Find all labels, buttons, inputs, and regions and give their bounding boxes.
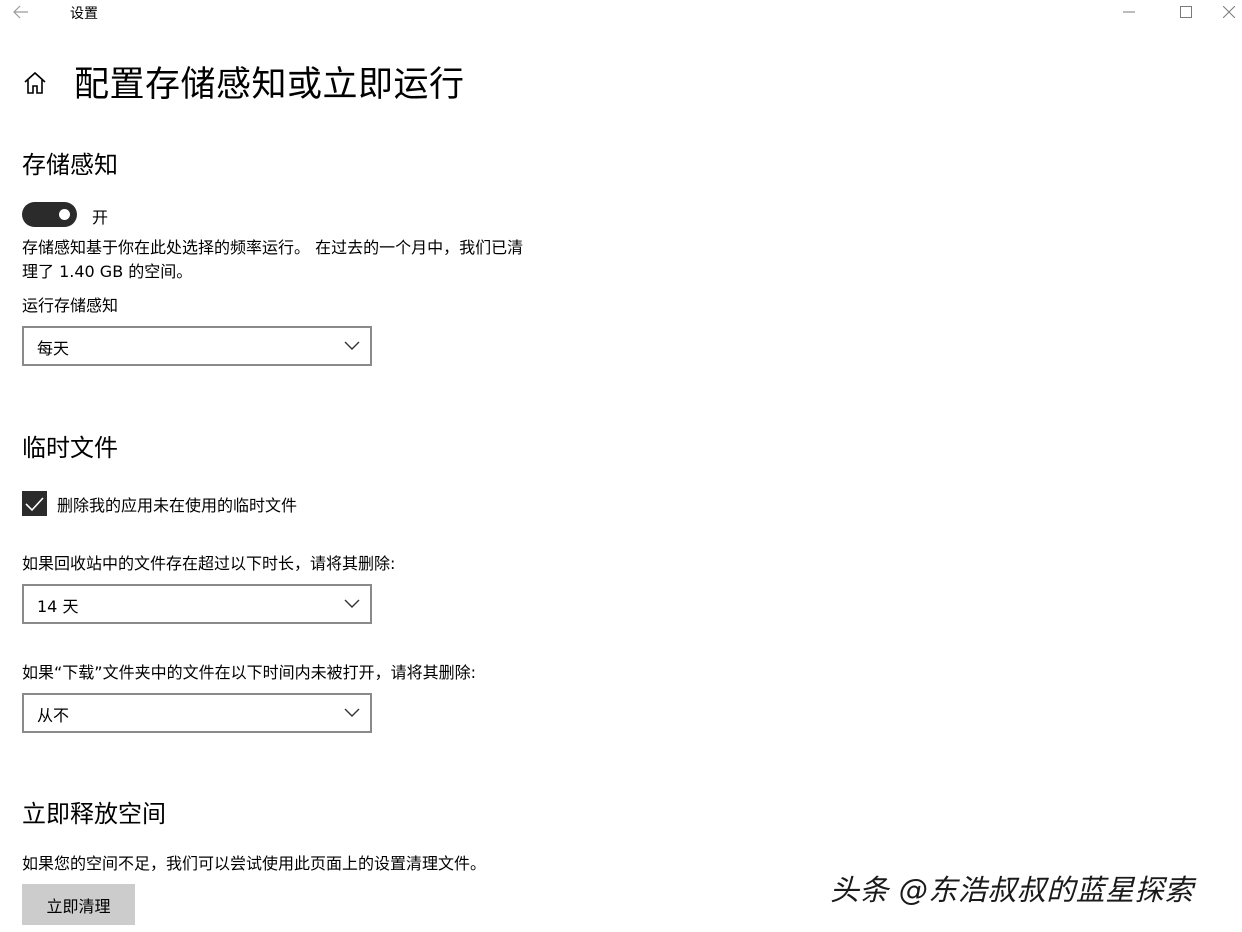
minimize-button[interactable]	[1106, 0, 1152, 24]
close-icon	[1222, 6, 1235, 18]
app-title: 设置	[70, 6, 98, 22]
chevron-down-icon	[344, 708, 360, 717]
run-frequency-dropdown[interactable]: 每天	[22, 326, 372, 366]
chevron-down-icon	[344, 599, 360, 608]
run-frequency-value: 每天	[37, 339, 70, 358]
back-arrow-icon	[13, 5, 28, 19]
delete-temp-files-checkbox[interactable]	[22, 491, 47, 516]
close-button[interactable]	[1215, 0, 1242, 24]
back-button[interactable]	[10, 2, 32, 22]
minimize-icon	[1123, 11, 1135, 13]
maximize-button[interactable]	[1163, 0, 1209, 24]
free-space-description: 如果您的空间不足，我们可以尝试使用此页面上的设置清理文件。	[22, 854, 487, 873]
maximize-icon	[1180, 6, 1192, 18]
storage-sense-toggle-label: 开	[92, 208, 109, 227]
free-space-heading: 立即释放空间	[22, 800, 166, 828]
temp-files-heading: 临时文件	[22, 434, 118, 462]
home-button[interactable]	[22, 70, 48, 96]
checkmark-icon	[25, 496, 44, 511]
downloads-label: 如果“下载”文件夹中的文件在以下时间内未被打开，请将其删除:	[22, 663, 476, 682]
chevron-down-icon	[344, 341, 360, 350]
delete-temp-files-label: 删除我的应用未在使用的临时文件	[57, 496, 298, 515]
recycle-bin-value: 14 天	[37, 597, 79, 616]
run-storage-sense-label: 运行存储感知	[22, 296, 119, 315]
storage-sense-description-line2: 理了 1.40 GB 的空间。	[22, 262, 193, 281]
storage-sense-description-line1: 存储感知基于你在此处选择的频率运行。 在过去的一个月中，我们已清	[22, 238, 524, 257]
title-bar: 设置	[0, 0, 1242, 26]
watermark: 头条 @东浩叔叔的蓝星探索	[830, 873, 1194, 907]
downloads-dropdown[interactable]: 从不	[22, 693, 372, 733]
clean-now-button[interactable]: 立即清理	[22, 884, 135, 925]
home-icon	[24, 71, 46, 94]
recycle-bin-dropdown[interactable]: 14 天	[22, 584, 372, 624]
page-title: 配置存储感知或立即运行	[74, 65, 465, 105]
storage-sense-heading: 存储感知	[22, 151, 118, 179]
recycle-bin-label: 如果回收站中的文件存在超过以下时长，请将其删除:	[22, 554, 396, 573]
storage-sense-toggle[interactable]	[22, 202, 77, 227]
toggle-knob	[59, 209, 70, 220]
downloads-value: 从不	[37, 706, 70, 725]
